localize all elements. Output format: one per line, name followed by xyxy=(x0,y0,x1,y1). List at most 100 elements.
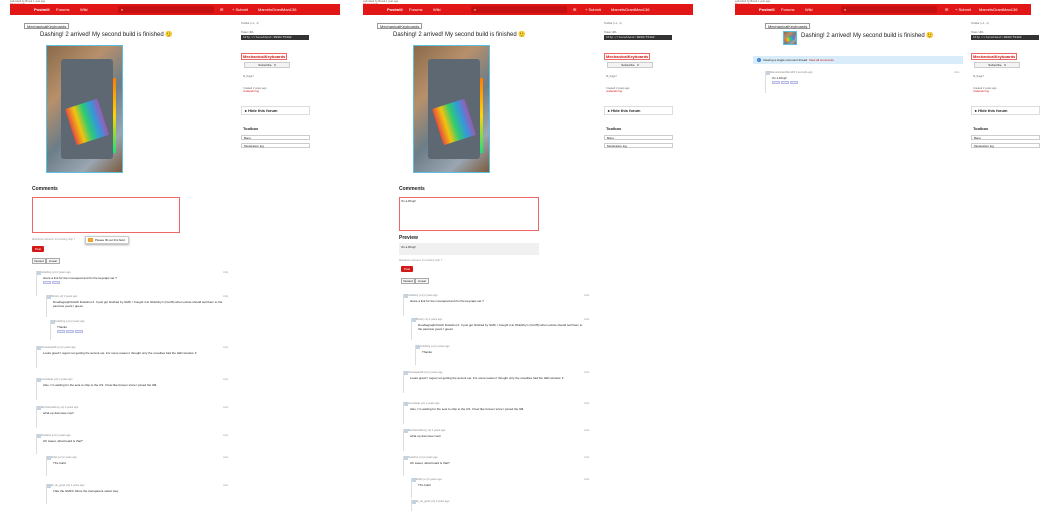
comment-meta: kbfan [+1] 2 years ago xyxy=(51,456,77,459)
nav-forums[interactable]: Forums xyxy=(56,7,70,12)
nested-view-button[interactable]: Nested xyxy=(32,258,46,264)
sidebar: Toolbar (+1, -1) Token URL http://localh… xyxy=(238,22,310,162)
bans-link[interactable]: Bans xyxy=(604,135,673,140)
user-menu[interactable]: MarvelsGrantMan136 xyxy=(979,7,1017,12)
subscribe-button[interactable]: Subscribe 0 xyxy=(244,62,290,68)
moderator-log-link[interactable]: moderator log xyxy=(606,90,622,93)
subscribe-button[interactable]: Subscribe 0 xyxy=(607,62,653,68)
hide-comment-link[interactable]: Hide xyxy=(223,484,228,487)
hide-comment-link[interactable]: Hide xyxy=(584,478,589,481)
post-image[interactable] xyxy=(46,45,123,173)
comment-meta: kk_ok_good [+1] 2 years ago xyxy=(51,484,85,487)
moderation-log-link[interactable]: Moderation log xyxy=(241,143,310,148)
nav-forums[interactable]: Forums xyxy=(409,7,423,12)
token-box[interactable]: http://localhost:9999/f2482 xyxy=(604,35,672,40)
linear-view-button[interactable]: Linear xyxy=(415,278,429,284)
moderator-log-link[interactable]: moderator log xyxy=(973,90,989,93)
screenshot-panel-3: Postmill Forums Wiki ⌕ ✉ + Submit Marvel… xyxy=(735,0,1055,512)
nested-view-button[interactable]: Nested xyxy=(401,278,415,284)
sidebar-forum-name[interactable]: MechanicalKeyboards xyxy=(971,53,1018,60)
nav-wiki[interactable]: Wiki xyxy=(433,7,441,12)
nav-forums[interactable]: Forums xyxy=(781,7,795,12)
comment-text: TKL build xyxy=(418,483,431,487)
submit-link[interactable]: + Submit xyxy=(232,7,248,12)
hide-comment-link[interactable]: Hide xyxy=(223,406,228,409)
comment-actions[interactable] xyxy=(772,81,812,85)
mail-icon[interactable]: ✉ xyxy=(220,7,223,12)
markdown-hint[interactable]: Markdown allowed. Formatting help ? xyxy=(32,238,75,241)
comments-heading: Comments xyxy=(399,186,425,192)
comment-textarea[interactable]: It's a Dhuji! xyxy=(399,197,539,231)
post-title[interactable]: Dashing! 2 arrived! My second build is f… xyxy=(801,32,934,39)
hide-comment-link[interactable]: Hide xyxy=(584,429,589,432)
token-box[interactable]: http://localhost:9999/f2482 xyxy=(971,35,1039,40)
comment-text: Oh sweet, what board is that? xyxy=(43,439,83,443)
hide-forum-button[interactable]: ▸ Hide this forum xyxy=(971,106,1040,115)
hide-comment-link[interactable]: Hide xyxy=(584,371,589,374)
post-image[interactable] xyxy=(413,45,490,173)
validation-tooltip: ! Please fill out this field. xyxy=(85,236,129,244)
post-comment-button[interactable]: Post xyxy=(401,266,413,272)
sidebar-forum-name[interactable]: MechanicalKeyboards xyxy=(241,53,288,60)
hide-comment-link[interactable]: Hide xyxy=(223,295,228,298)
navbar: Postmill Forums Wiki ⌕ ✉ + Submit Marvel… xyxy=(10,4,340,15)
hide-comment-link[interactable]: Hide xyxy=(223,434,228,437)
post-thumbnail[interactable] xyxy=(783,31,797,45)
mail-icon[interactable]: ✉ xyxy=(573,7,576,12)
hide-forum-button[interactable]: ▸ Hide this forum xyxy=(241,106,310,115)
comment-meta: MechanicalGuy [+1] 2 years ago xyxy=(41,406,79,409)
moderation-log-link[interactable]: Moderation log xyxy=(604,143,673,148)
search-input[interactable]: ⌕ xyxy=(471,6,567,13)
search-input[interactable]: ⌕ xyxy=(118,6,214,13)
hide-forum-button[interactable]: ▸ Hide this forum xyxy=(604,106,673,115)
comment-text: Oh sweet, what board is that? xyxy=(410,461,450,465)
hide-comment-link[interactable]: Hide xyxy=(584,318,589,321)
moderation-log-link[interactable]: Moderation log xyxy=(971,143,1040,148)
sidebar-forum-name[interactable]: MechanicalKeyboards xyxy=(604,53,651,60)
view-all-comments-link[interactable]: View all comments xyxy=(809,58,834,62)
moderator-log-link[interactable]: moderator log xyxy=(243,90,259,93)
comment-textarea[interactable] xyxy=(32,197,180,233)
brand-link[interactable]: Postmill xyxy=(34,7,50,12)
nav-wiki[interactable]: Wiki xyxy=(80,7,88,12)
hide-comment-link[interactable]: Hide xyxy=(584,294,589,297)
user-menu[interactable]: MarvelsGrantMan136 xyxy=(258,7,296,12)
post-title[interactable]: Dashing! 2 arrived! My second build is f… xyxy=(40,31,173,38)
subscribe-button[interactable]: Subscribe 0 xyxy=(974,62,1020,68)
comment-actions[interactable] xyxy=(57,330,97,334)
markdown-hint[interactable]: Markdown allowed. Formatting help ? xyxy=(399,259,442,262)
hide-comment-link[interactable]: Hide xyxy=(584,456,589,459)
comment: zobelling [+1] 2 years ago Hide share a … xyxy=(36,271,231,296)
screenshot-panel-1: Postmill Forums Wiki ⌕ ✉ + Submit Marvel… xyxy=(10,0,340,512)
forum-breadcrumb[interactable]: MechanicalKeyboards xyxy=(377,23,423,29)
search-input[interactable]: ⌕ xyxy=(841,6,937,13)
comment: throwaway99 [+1] 2 years ago Hide Looks … xyxy=(36,346,231,368)
toolbox-heading: Toolbox xyxy=(606,126,622,131)
hide-comment-link[interactable]: Hide xyxy=(223,271,228,274)
forum-breadcrumb[interactable]: MechanicalKeyboards xyxy=(765,23,811,29)
brand-link[interactable]: Postmill xyxy=(387,7,403,12)
hide-comment-link[interactable]: Hide xyxy=(223,346,228,349)
post-comment-button[interactable]: Post xyxy=(32,246,44,252)
submit-link[interactable]: + Submit xyxy=(955,7,971,12)
comment-meta: somedude [+1] 2 years ago xyxy=(41,378,73,381)
post-title[interactable]: Dashing! 2 arrived! My second build is f… xyxy=(393,31,526,38)
nav-wiki[interactable]: Wiki xyxy=(805,7,813,12)
comment-actions[interactable] xyxy=(43,281,83,285)
bans-link[interactable]: Bans xyxy=(241,135,310,140)
brand-link[interactable]: Postmill xyxy=(759,7,775,12)
user-menu[interactable]: MarvelsGrantMan136 xyxy=(611,7,649,12)
hide-comment-link[interactable]: Hide xyxy=(584,402,589,405)
bans-link[interactable]: Bans xyxy=(971,135,1040,140)
hide-comment-link[interactable]: Hide xyxy=(223,378,228,381)
comment: zobelling [+1] 2 years ago Hide share a … xyxy=(403,294,593,316)
token-box[interactable]: http://localhost:9999/f2482 xyxy=(241,35,309,40)
submit-link[interactable]: + Submit xyxy=(585,7,601,12)
linear-view-button[interactable]: Linear xyxy=(46,258,60,264)
mail-icon[interactable]: ✉ xyxy=(945,7,948,12)
comment-text: Looks great! I regret not getting the ac… xyxy=(43,351,197,355)
hide-comment-link[interactable]: Hide xyxy=(954,71,959,74)
toolbar-label: Toolbar (+1, -1) xyxy=(241,22,259,25)
hide-comment-link[interactable]: Hide xyxy=(223,456,228,459)
forum-breadcrumb[interactable]: MechanicalKeyboards xyxy=(24,23,70,29)
